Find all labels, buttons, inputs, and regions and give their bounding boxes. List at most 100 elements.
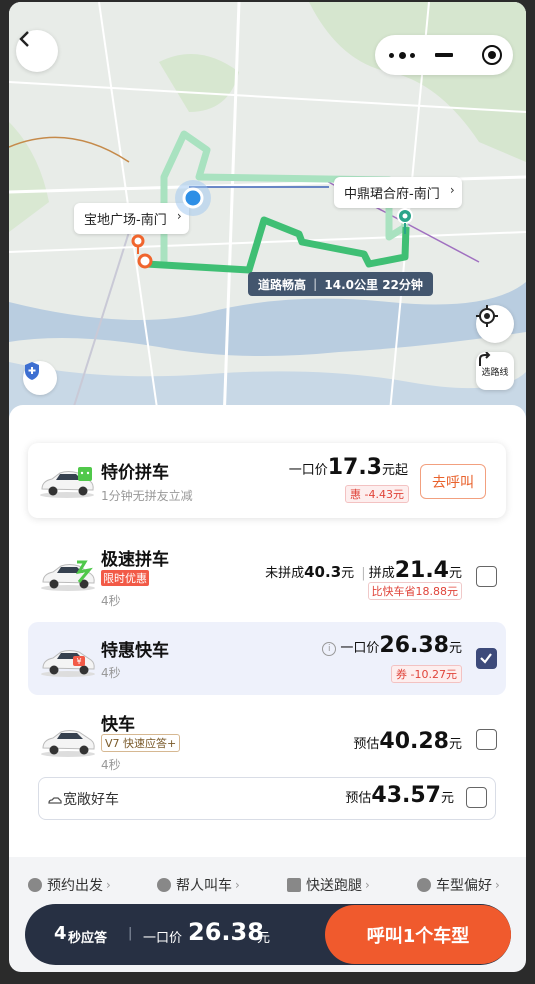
- car-express-icon: [41, 730, 95, 757]
- origin-pin-icon: [131, 234, 153, 269]
- box-icon: [287, 878, 301, 892]
- express-row[interactable]: 快车 V7 快速应答+ 4秒 预估40.28元: [28, 704, 506, 774]
- route-map[interactable]: 宝地广场-南门 › 中鼎珺合府-南门 › 道路畅高 | 14.0公里 22分钟: [9, 2, 526, 422]
- route-fork-icon: [479, 352, 491, 366]
- price-value: 26.38: [379, 633, 449, 658]
- destination-label[interactable]: 中鼎珺合府-南门 ›: [334, 177, 462, 208]
- express-name: 快车: [101, 715, 135, 735]
- eta-number: 4: [54, 923, 67, 944]
- pool-fast-row[interactable]: 极速拼车 限时优惠 4秒 未拼成40.3元 | 拼成21.4元 比快车省18.88…: [28, 538, 506, 608]
- app-window: 宝地广场-南门 › 中鼎珺合府-南门 › 道路畅高 | 14.0公里 22分钟: [9, 2, 526, 972]
- car-express-discount-icon: ¥: [41, 650, 95, 677]
- express-discount-checkbox[interactable]: [476, 648, 497, 669]
- info-icon[interactable]: i: [322, 641, 337, 656]
- eta-text: 秒应答: [68, 931, 108, 946]
- pool-special-sub: 1分钟无拼友立减: [101, 489, 193, 503]
- car-pool-icon: [40, 467, 94, 498]
- options-bar: 预约出发 › 帮人叫车 › 快送跑腿 › 车型偏好 ›: [9, 857, 526, 907]
- price-value: 40.28: [379, 729, 449, 754]
- coupon-tag: 券 -10.27元: [391, 665, 462, 683]
- promo-tag: 限时优惠: [101, 570, 149, 586]
- ok-unit: 元: [448, 566, 462, 581]
- price-separator: |: [361, 566, 366, 581]
- back-arrow-icon: [19, 31, 29, 47]
- express-discount-row[interactable]: ¥ 特惠快车 4秒 i 一口价26.38元 券 -10.27元: [28, 622, 506, 695]
- ok-label: 拼成: [368, 566, 395, 581]
- option-label: 预约出发: [47, 878, 103, 894]
- chevron-right-icon: ›: [449, 183, 455, 197]
- bottom-separator: |: [128, 926, 133, 941]
- bottom-action-bar: 4 秒应答 | 一口价 26.38 元 呼叫1个车型: [25, 904, 511, 965]
- minimize-icon[interactable]: [435, 53, 453, 57]
- express-eta: 4秒: [101, 758, 121, 772]
- back-button[interactable]: [16, 30, 58, 72]
- safety-shield-button[interactable]: [23, 361, 57, 395]
- call-car-button[interactable]: 呼叫1个车型: [325, 905, 511, 964]
- car-outline-icon: [48, 791, 62, 810]
- option-delivery[interactable]: 快送跑腿 ›: [287, 875, 370, 895]
- option-car-preference[interactable]: 车型偏好 ›: [417, 875, 500, 895]
- car-pref-icon: [417, 878, 431, 892]
- shield-icon: [25, 362, 39, 380]
- route-info-label: 道路畅高 | 14.0公里 22分钟: [248, 272, 433, 296]
- route-switch-label: 选路线: [481, 367, 509, 378]
- chevron-right-icon: ›: [495, 878, 500, 892]
- comfort-price: 预估43.57元: [345, 783, 454, 808]
- chevron-right-icon: ›: [106, 878, 111, 892]
- route-separator: |: [313, 277, 318, 291]
- option-label: 快送跑腿: [306, 878, 362, 894]
- svg-text:¥: ¥: [76, 657, 81, 666]
- express-discount-name: 特惠快车: [101, 641, 169, 661]
- close-target-icon[interactable]: [481, 44, 503, 66]
- option-label: 车型偏好: [436, 878, 492, 894]
- origin-label-text: 宝地广场-南门: [84, 213, 167, 228]
- express-price: 预估40.28元: [353, 729, 462, 754]
- chevron-right-icon: ›: [235, 878, 240, 892]
- price-unit: 元: [448, 737, 462, 752]
- v7-tag: V7 快速应答+: [101, 734, 181, 752]
- price-prefix: 一口价: [340, 641, 380, 656]
- ok-price: 21.4: [394, 558, 449, 583]
- price-value: 17.3: [327, 455, 382, 480]
- locate-button[interactable]: [476, 305, 514, 343]
- discount-tag: 惠 -4.43元: [345, 485, 409, 503]
- pool-special-price: 一口价17.3元起: [289, 455, 408, 480]
- clock-icon: [28, 878, 42, 892]
- express-checkbox[interactable]: [476, 729, 497, 750]
- option-call-for-others[interactable]: 帮人叫车 ›: [157, 875, 240, 895]
- route-distance: 14.0公里 22分钟: [324, 277, 423, 292]
- comfort-checkbox[interactable]: [466, 787, 487, 808]
- comfort-row[interactable]: 宽敞好车 预估43.57元: [38, 777, 496, 820]
- pool-fast-price: 未拼成40.3元 | 拼成21.4元: [265, 558, 462, 583]
- bottom-price-prefix: 一口价: [143, 931, 183, 946]
- saving-tag: 比快车省18.88元: [367, 582, 462, 600]
- car-fast-pool-icon: [41, 560, 95, 591]
- origin-label[interactable]: 宝地广场-南门 ›: [74, 203, 189, 234]
- price-unit: 元: [448, 641, 462, 656]
- fail-price: 40.3: [304, 563, 342, 581]
- check-icon: [480, 653, 492, 664]
- express-discount-price: i 一口价26.38元: [322, 633, 462, 658]
- route-switch-button[interactable]: 选路线: [476, 352, 514, 390]
- mini-program-capsule: [375, 35, 513, 75]
- express-discount-eta: 4秒: [101, 666, 121, 680]
- bottom-price: 26.38: [188, 918, 264, 946]
- price-value: 43.57: [371, 783, 441, 808]
- call-pool-button[interactable]: 去呼叫: [420, 464, 486, 499]
- price-suffix: 元起: [381, 463, 408, 478]
- pool-fast-checkbox[interactable]: [476, 566, 497, 587]
- pool-fast-eta: 4秒: [101, 594, 121, 608]
- price-prefix: 预估: [353, 737, 380, 752]
- option-label: 帮人叫车: [176, 878, 232, 894]
- current-location-marker: [175, 180, 211, 216]
- price-prefix: 预估: [345, 791, 372, 806]
- person-icon: [157, 878, 171, 892]
- fail-unit: 元: [341, 566, 355, 581]
- fail-label: 未拼成: [265, 566, 305, 581]
- route-status: 道路畅高: [258, 277, 307, 292]
- price-prefix: 一口价: [288, 463, 328, 478]
- destination-pin-icon: [397, 208, 413, 234]
- comfort-name: 宽敞好车: [63, 792, 119, 808]
- option-schedule[interactable]: 预约出发 ›: [28, 875, 111, 895]
- more-icon[interactable]: [389, 47, 415, 63]
